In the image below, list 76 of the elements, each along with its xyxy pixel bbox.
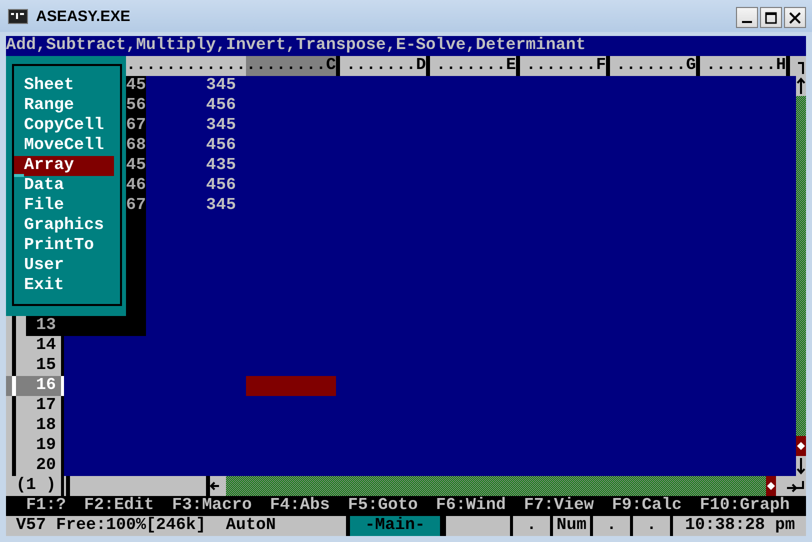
table-cell: 46 bbox=[126, 176, 146, 196]
column-header[interactable]: .......D bbox=[336, 56, 426, 76]
row-header[interactable]: 20 bbox=[6, 456, 66, 476]
column-header[interactable]: .......F bbox=[516, 56, 606, 76]
diamond-icon[interactable] bbox=[797, 442, 805, 450]
table-cell-text: 345 bbox=[205, 196, 237, 216]
maximize-button[interactable] bbox=[760, 7, 782, 28]
scroll-thumb[interactable] bbox=[796, 436, 806, 456]
console-icon bbox=[8, 8, 28, 24]
menu-item[interactable]: User bbox=[14, 256, 114, 276]
row-header[interactable]: 18 bbox=[6, 416, 66, 436]
menu-item[interactable]: Exit bbox=[14, 276, 114, 296]
minimize-button[interactable] bbox=[736, 7, 758, 28]
row-header[interactable]: 17 bbox=[6, 396, 66, 416]
row-header[interactable]: 13 bbox=[6, 316, 66, 336]
function-key[interactable]: F6:Wind bbox=[436, 496, 506, 516]
header-end bbox=[786, 56, 796, 76]
row-header[interactable]: 16 bbox=[6, 376, 66, 396]
row-header[interactable]: 19 bbox=[6, 436, 66, 456]
table-cell: 45 bbox=[126, 156, 146, 176]
status-indicator: . bbox=[510, 516, 550, 536]
scroll-left-button[interactable] bbox=[206, 476, 226, 496]
menu-prompt: Add,Subtract,Multiply,Invert,Transpose,E-Solve,Determinant bbox=[6, 36, 587, 56]
column-header[interactable]: .......E bbox=[426, 56, 516, 76]
table-cell-text: 456 bbox=[205, 176, 237, 196]
status-text: AutoN bbox=[226, 516, 276, 536]
function-key[interactable]: F7:View bbox=[524, 496, 594, 516]
up-arrow-icon[interactable] bbox=[796, 76, 806, 96]
maximize-icon bbox=[765, 12, 777, 24]
table-cell: 68 bbox=[126, 136, 146, 156]
menu-item[interactable]: Array bbox=[14, 156, 114, 176]
table-cell: 67 bbox=[126, 116, 146, 136]
menu-item[interactable]: Graphics bbox=[14, 216, 114, 236]
clock: 10:38:28 pm bbox=[670, 516, 806, 536]
table-cell: 56 bbox=[126, 96, 146, 116]
table-cell-text: 435 bbox=[205, 156, 237, 176]
table-cell-text: 345 bbox=[205, 116, 237, 136]
menu-item[interactable]: Sheet bbox=[14, 76, 114, 96]
status-text: V57 Free:100%[246k] bbox=[16, 516, 206, 536]
column-header[interactable]: .......H bbox=[696, 56, 786, 76]
table-cell: 45 bbox=[126, 76, 146, 96]
text-cursor bbox=[14, 174, 24, 177]
column-header[interactable]: .......G bbox=[606, 56, 696, 76]
menu-level: -Main- bbox=[346, 516, 440, 536]
table-cell-text: 345 bbox=[205, 76, 237, 96]
scroll-thumb[interactable] bbox=[766, 476, 776, 496]
function-key[interactable]: F10:Graph bbox=[700, 496, 790, 516]
close-button[interactable] bbox=[784, 7, 806, 28]
table-cell-text: 456 bbox=[205, 96, 237, 116]
status-indicator: Num bbox=[550, 516, 590, 536]
menu-item[interactable]: File bbox=[14, 196, 114, 216]
row-header[interactable]: 15 bbox=[6, 356, 66, 376]
diamond-icon[interactable] bbox=[767, 482, 775, 490]
down-arrow-icon[interactable] bbox=[796, 456, 806, 476]
function-key[interactable]: F9:Calc bbox=[612, 496, 682, 516]
function-key[interactable]: F1:? bbox=[26, 496, 66, 516]
row-header[interactable]: 14 bbox=[6, 336, 66, 356]
menu-item[interactable]: Data bbox=[14, 176, 114, 196]
table-cell: 67 bbox=[126, 196, 146, 216]
menu-item[interactable]: MoveCell bbox=[14, 136, 114, 156]
table-cell-text: 456 bbox=[205, 136, 237, 156]
status-indicator: . bbox=[590, 516, 630, 536]
function-key[interactable]: F5:Goto bbox=[348, 496, 418, 516]
function-key[interactable]: F2:Edit bbox=[84, 496, 154, 516]
close-icon bbox=[789, 12, 801, 24]
menu-item[interactable]: CopyCell bbox=[14, 116, 114, 136]
function-key[interactable]: F4:Abs bbox=[270, 496, 330, 516]
window-title: ASEASY.EXE bbox=[36, 8, 132, 24]
column-header[interactable]: ........C bbox=[246, 56, 336, 76]
column-header: ............ bbox=[126, 56, 246, 76]
menu-item[interactable]: PrintTo bbox=[14, 236, 114, 256]
status-indicator: . bbox=[630, 516, 670, 536]
minimize-icon bbox=[742, 20, 752, 22]
menu-item[interactable]: Range bbox=[14, 96, 114, 116]
window-number: (1 ) bbox=[6, 476, 66, 496]
function-key[interactable]: F3:Macro bbox=[172, 496, 252, 516]
